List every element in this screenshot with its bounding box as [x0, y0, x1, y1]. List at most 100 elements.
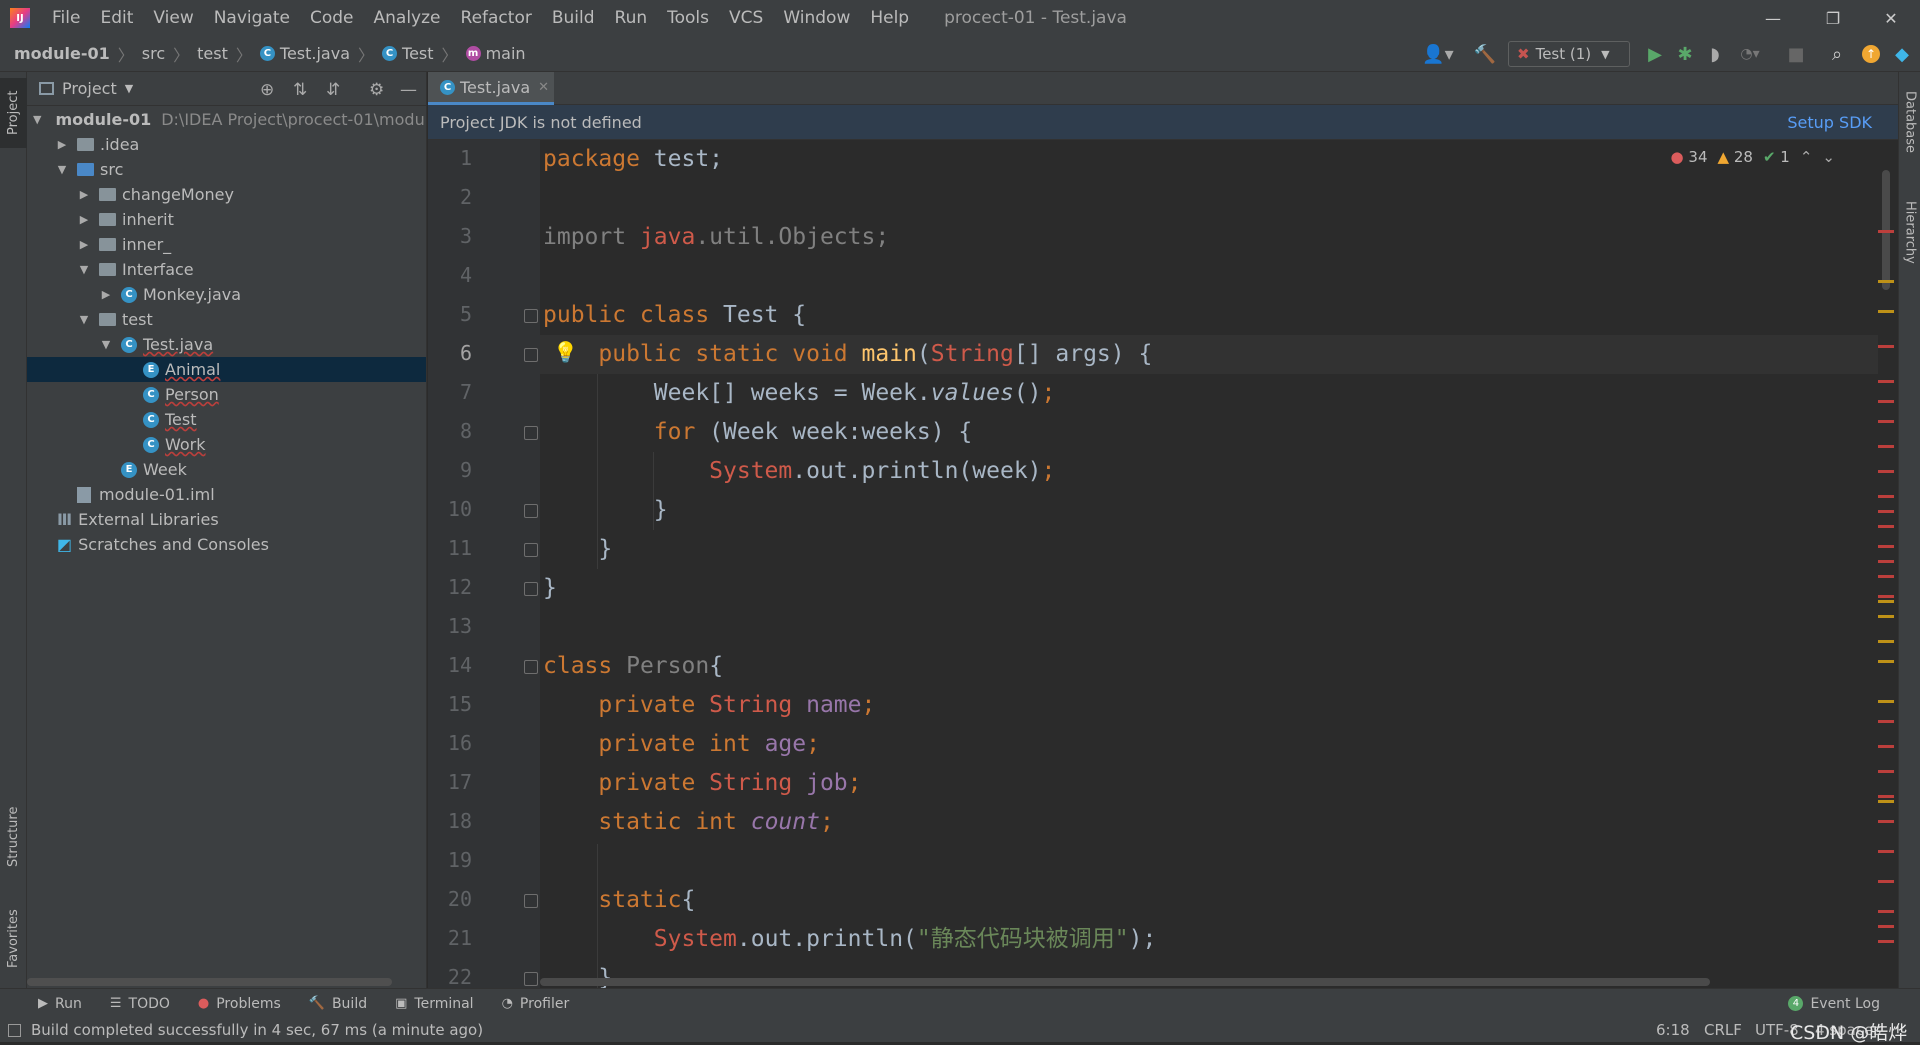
error-stripe-mark[interactable]	[1878, 420, 1894, 423]
line-number[interactable]: 12	[428, 575, 472, 599]
tab-structure-side[interactable]: Structure	[0, 792, 27, 882]
warning-stripe-mark[interactable]	[1878, 700, 1894, 703]
menu-help[interactable]: Help	[870, 8, 909, 28]
error-stripe-mark[interactable]	[1878, 495, 1894, 498]
menu-edit[interactable]: Edit	[100, 8, 133, 28]
close-icon[interactable]: ✕	[1868, 0, 1914, 36]
tree-item-test-package[interactable]: ▼ test	[27, 307, 426, 332]
error-stripe-mark[interactable]	[1878, 510, 1894, 513]
toolwindow-terminal[interactable]: ▣ Terminal	[395, 996, 473, 1012]
tree-item-iml[interactable]: module-01.iml	[27, 482, 426, 507]
error-stripe-mark[interactable]	[1878, 470, 1894, 473]
project-view-select[interactable]: Project	[62, 79, 117, 98]
jetbrains-toolbox-icon[interactable]: ◆	[1888, 36, 1916, 72]
error-stripe-mark[interactable]	[1878, 380, 1894, 383]
chevron-down-icon[interactable]: ▼	[125, 82, 133, 95]
error-stripe-mark[interactable]	[1878, 595, 1894, 598]
close-tab-icon[interactable]: ✕	[538, 80, 549, 95]
line-number[interactable]: 13	[428, 614, 472, 638]
error-stripe-mark[interactable]	[1878, 795, 1894, 798]
line-number[interactable]: 15	[428, 692, 472, 716]
line-number[interactable]: 7	[428, 380, 472, 404]
code-editor[interactable]: package test; import java.util.Objects; …	[540, 140, 1880, 988]
project-horizontal-scrollbar[interactable]	[27, 978, 392, 986]
editor-horizontal-scrollbar[interactable]	[540, 978, 1710, 986]
update-icon[interactable]: ↑	[1858, 36, 1884, 72]
error-stripe-mark[interactable]	[1878, 770, 1894, 773]
menu-window[interactable]: Window	[783, 8, 850, 28]
build-hammer-icon[interactable]: 🔨	[1470, 36, 1500, 72]
menu-code[interactable]: Code	[310, 8, 354, 28]
line-number[interactable]: 8	[428, 419, 472, 443]
tree-item-idea[interactable]: ▶ .idea	[27, 132, 426, 157]
inspection-widget[interactable]: ● 34 ▲ 28 ✔ 1 ⌃ ⌄	[1671, 148, 1835, 166]
menu-refactor[interactable]: Refactor	[461, 8, 532, 28]
line-number[interactable]: 16	[428, 731, 472, 755]
line-number[interactable]: 11	[428, 536, 472, 560]
fold-marker-icon[interactable]	[524, 894, 538, 908]
tree-item-inherit[interactable]: ▶ inherit	[27, 207, 426, 232]
line-number[interactable]: 22	[428, 965, 472, 989]
chevron-up-icon[interactable]: ⌃	[1800, 148, 1813, 166]
coverage-icon[interactable]: ◗	[1702, 36, 1728, 72]
search-icon[interactable]: ⌕	[1824, 36, 1850, 72]
status-message[interactable]: Build completed successfully in 4 sec, 6…	[31, 1021, 483, 1039]
menu-navigate[interactable]: Navigate	[214, 8, 290, 28]
line-number[interactable]: 2	[428, 185, 472, 209]
line-number[interactable]: 19	[428, 848, 472, 872]
restore-icon[interactable]: ❐	[1810, 0, 1856, 36]
fold-marker-icon[interactable]	[524, 426, 538, 440]
warning-stripe-mark[interactable]	[1878, 640, 1894, 643]
menu-analyze[interactable]: Analyze	[374, 8, 441, 28]
line-number[interactable]: 3	[428, 224, 472, 248]
tree-item-person[interactable]: C Person	[27, 382, 426, 407]
error-stripe[interactable]	[1878, 140, 1898, 988]
warning-stripe-mark[interactable]	[1878, 660, 1894, 663]
warning-stripe-mark[interactable]	[1878, 615, 1894, 618]
error-stripe-mark[interactable]	[1878, 400, 1894, 403]
toolwindow-problems[interactable]: ● Problems	[198, 996, 281, 1012]
breadcrumb-module[interactable]: module-01 〉	[14, 42, 134, 66]
fold-marker-icon[interactable]	[524, 972, 538, 986]
toolwindow-profiler[interactable]: ◔ Profiler	[502, 996, 570, 1012]
locate-icon[interactable]: ⊕	[260, 80, 274, 100]
run-configuration-select[interactable]: ✖ Test (1) ▼	[1508, 41, 1630, 67]
line-number[interactable]: 5	[428, 302, 472, 326]
error-stripe-mark[interactable]	[1878, 525, 1894, 528]
tree-item-scratches[interactable]: ◩ Scratches and Consoles	[27, 532, 426, 557]
error-stripe-mark[interactable]	[1878, 745, 1894, 748]
hide-panel-icon[interactable]: —	[400, 80, 417, 100]
fold-marker-icon[interactable]	[524, 543, 538, 557]
fold-marker-icon[interactable]	[524, 348, 538, 362]
lightbulb-icon[interactable]: 💡	[553, 340, 578, 364]
collapse-all-icon[interactable]: ⇵	[326, 80, 340, 100]
error-stripe-mark[interactable]	[1878, 445, 1894, 448]
menu-build[interactable]: Build	[552, 8, 595, 28]
toolwindow-build[interactable]: 🔨 Build	[309, 996, 367, 1012]
tree-item-test-class[interactable]: C Test	[27, 407, 426, 432]
tree-item-changemoney[interactable]: ▶ changeMoney	[27, 182, 426, 207]
line-number[interactable]: 9	[428, 458, 472, 482]
tree-item-work[interactable]: C Work	[27, 432, 426, 457]
warning-stripe-mark[interactable]	[1878, 280, 1894, 283]
breadcrumb-class[interactable]: C Test 〉	[382, 42, 458, 66]
tab-database-side[interactable]: Database	[1899, 82, 1920, 162]
warning-stripe-mark[interactable]	[1878, 600, 1894, 603]
error-stripe-mark[interactable]	[1878, 545, 1894, 548]
setup-sdk-link[interactable]: Setup SDK	[1787, 113, 1872, 132]
minimize-icon[interactable]: —	[1750, 0, 1796, 36]
breadcrumb-method[interactable]: m main	[465, 44, 526, 63]
menu-view[interactable]: View	[153, 8, 193, 28]
error-stripe-mark[interactable]	[1878, 720, 1894, 723]
error-stripe-mark[interactable]	[1878, 230, 1894, 233]
breadcrumb-src[interactable]: src 〉	[142, 42, 189, 66]
menu-vcs[interactable]: VCS	[729, 8, 763, 28]
user-icon[interactable]: 👤▾	[1418, 36, 1458, 72]
line-separator[interactable]: CRLF	[1704, 1021, 1742, 1039]
tree-item-module[interactable]: ▼ module-01 D:\IDEA Project\procect-01\mod…	[27, 107, 426, 132]
line-number[interactable]: 1	[428, 146, 472, 170]
fold-marker-icon[interactable]	[524, 582, 538, 596]
profile-icon[interactable]: ◔▾	[1732, 36, 1768, 72]
error-stripe-mark[interactable]	[1878, 560, 1894, 563]
tree-item-interface[interactable]: ▼ Interface	[27, 257, 426, 282]
